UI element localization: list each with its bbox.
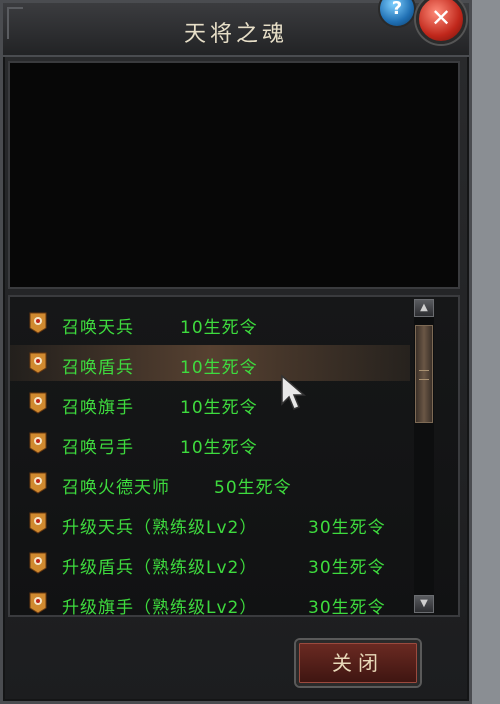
- list-item[interactable]: 升级天兵（熟练级Lv2） 30生死令: [10, 505, 410, 541]
- list-item[interactable]: 升级盾兵（熟练级Lv2） 30生死令: [10, 545, 410, 581]
- description-panel: [8, 61, 460, 289]
- item-cost: 30生死令: [308, 598, 386, 617]
- item-name: 召唤火德天师: [62, 478, 170, 498]
- item-name: 升级天兵（熟练级Lv2）: [62, 518, 258, 538]
- banner-icon: [29, 392, 47, 414]
- list-item[interactable]: 召唤盾兵 10生死令: [10, 345, 410, 381]
- scroll-up-icon[interactable]: ▲: [414, 299, 434, 317]
- item-cost: 10生死令: [180, 358, 258, 378]
- dialog-window: 天将之魂 召唤天兵 10生死令 召唤盾兵 10生死令 召唤旗手 10生死令 召唤…: [0, 0, 472, 704]
- item-list-panel: 召唤天兵 10生死令 召唤盾兵 10生死令 召唤旗手 10生死令 召唤弓手 10…: [8, 295, 460, 617]
- item-name: 升级旗手（熟练级Lv2）: [62, 598, 258, 617]
- item-cost: 10生死令: [180, 398, 258, 418]
- scroll-down-icon[interactable]: ▼: [414, 595, 434, 613]
- item-cost: 10生死令: [180, 318, 258, 338]
- list-item[interactable]: 召唤天兵 10生死令: [10, 305, 410, 341]
- banner-icon: [29, 432, 47, 454]
- banner-icon: [29, 552, 47, 574]
- banner-icon: [29, 592, 47, 614]
- list-item[interactable]: 召唤旗手 10生死令: [10, 385, 410, 421]
- list-item[interactable]: 召唤弓手 10生死令: [10, 425, 410, 461]
- item-name: 召唤弓手: [62, 438, 134, 458]
- grip-icon: [419, 370, 429, 380]
- close-button[interactable]: 关闭: [296, 640, 420, 686]
- item-name: 召唤天兵: [62, 318, 134, 338]
- mouse-cursor-icon: [281, 374, 307, 410]
- item-name: 召唤旗手: [62, 398, 134, 418]
- item-cost: 50生死令: [214, 478, 292, 498]
- banner-icon: [29, 312, 47, 334]
- list-item[interactable]: 召唤火德天师 50生死令: [10, 465, 410, 501]
- list-scrollbar[interactable]: ▲ ▼: [414, 299, 434, 613]
- list-item[interactable]: 升级旗手（熟练级Lv2） 30生死令: [10, 585, 410, 617]
- banner-icon: [29, 472, 47, 494]
- scroll-thumb[interactable]: [415, 325, 433, 423]
- item-name: 升级盾兵（熟练级Lv2）: [62, 558, 258, 578]
- item-cost: 30生死令: [308, 558, 386, 578]
- banner-icon: [29, 352, 47, 374]
- banner-icon: [29, 512, 47, 534]
- item-cost: 10生死令: [180, 438, 258, 458]
- item-name: 召唤盾兵: [62, 358, 134, 378]
- item-cost: 30生死令: [308, 518, 386, 538]
